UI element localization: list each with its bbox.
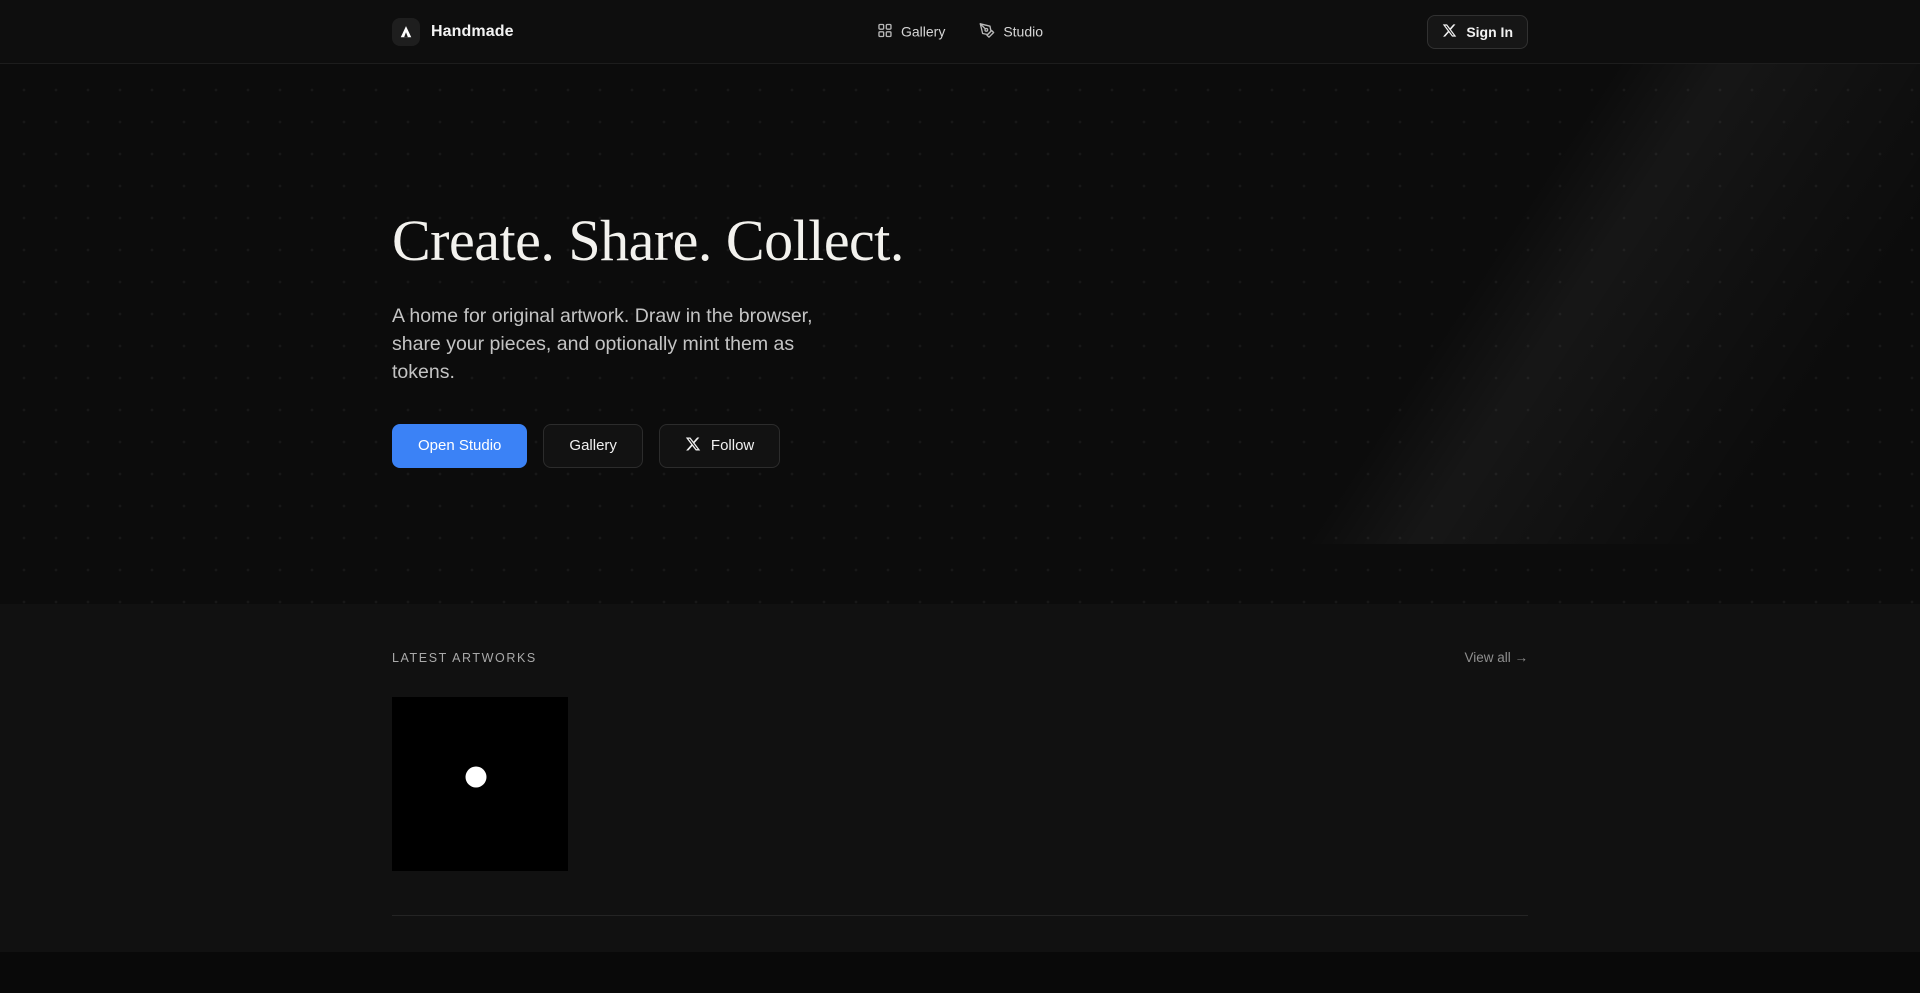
open-studio-button[interactable]: Open Studio xyxy=(392,424,527,468)
brand-name: Handmade xyxy=(431,23,514,41)
follow-label: Follow xyxy=(711,437,754,454)
nav-link-gallery[interactable]: Gallery xyxy=(877,22,945,41)
latest-artworks-section: LATEST ARTWORKS View all → xyxy=(0,604,1920,952)
x-logo-icon xyxy=(1442,23,1457,41)
hero-section: Create. Share. Collect. A home for origi… xyxy=(0,64,1920,604)
nav-link-studio[interactable]: Studio xyxy=(979,22,1043,41)
nav-link-label: Studio xyxy=(1003,24,1043,40)
sign-in-label: Sign In xyxy=(1466,24,1513,40)
hero-actions: Open Studio Gallery Follow xyxy=(392,424,1528,468)
view-all-link[interactable]: View all → xyxy=(1464,650,1528,665)
site-footer xyxy=(0,952,1920,993)
x-logo-icon xyxy=(685,436,701,456)
pen-nib-icon xyxy=(392,18,420,46)
section-divider xyxy=(392,915,1528,916)
hero-title: Create. Share. Collect. xyxy=(392,209,1528,274)
artwork-dot xyxy=(465,767,486,788)
site-header: Handmade Gallery xyxy=(0,0,1920,64)
artwork-card[interactable] xyxy=(392,697,568,871)
grid-icon xyxy=(877,22,893,41)
pen-tool-icon xyxy=(979,22,995,41)
sign-in-button[interactable]: Sign In xyxy=(1427,15,1528,49)
follow-button[interactable]: Follow xyxy=(659,424,780,468)
main-nav: Gallery Studio xyxy=(877,22,1043,41)
brand-home-link[interactable]: Handmade xyxy=(392,18,514,46)
nav-link-label: Gallery xyxy=(901,24,945,40)
section-header: LATEST ARTWORKS View all → xyxy=(392,650,1528,665)
hero-subtitle: A home for original artwork. Draw in the… xyxy=(392,302,838,386)
gallery-button[interactable]: Gallery xyxy=(543,424,643,468)
latest-artworks-heading: LATEST ARTWORKS xyxy=(392,651,537,665)
artwork-grid xyxy=(392,697,1528,871)
